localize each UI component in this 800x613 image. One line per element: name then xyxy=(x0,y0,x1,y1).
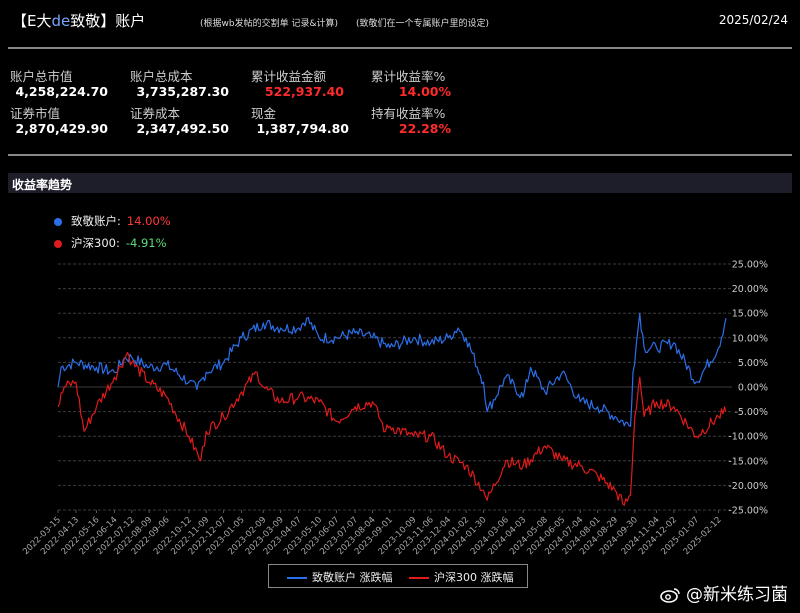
securities-cost: 2,347,492.50 xyxy=(136,121,229,136)
x-tick-label: 2023-11-06 xyxy=(394,515,436,557)
x-tick-label: 2024-07-04 xyxy=(543,515,585,557)
section-title: 收益率趋势 xyxy=(12,178,73,192)
note-setting: (致敬们在一个专属账户里的设定) xyxy=(356,19,490,29)
page-title: 【E大de致敬】账户 xyxy=(12,10,145,31)
x-tick-label: 2023-09-01 xyxy=(353,515,395,557)
legend-account-dot xyxy=(54,217,62,226)
x-tick-label: 2022-05-16 xyxy=(60,515,102,557)
y-tick-label: 15.00% xyxy=(732,309,768,320)
watermark-text: @新米练习菌 xyxy=(686,585,788,605)
cum-profit-label: 累计收益金额 xyxy=(251,69,327,84)
legend-hs300-label: 沪深300: xyxy=(71,236,120,250)
x-tick-label: 2024-08-01 xyxy=(561,515,603,557)
x-tick-label: 2022-09-06 xyxy=(130,515,172,557)
x-tick-label: 2022-04-13 xyxy=(39,515,81,557)
x-tick-label: 2024-01-30 xyxy=(447,515,489,557)
total-cost: 3,735,287.30 xyxy=(136,84,229,99)
divider-mid xyxy=(8,154,792,156)
y-tick-label: -5.00% xyxy=(734,407,768,418)
weibo-icon xyxy=(660,588,680,603)
total-cost-label: 账户总成本 xyxy=(130,69,193,84)
x-tick-label: 2023-04-07 xyxy=(262,515,304,557)
x-tick-label: 2022-12-07 xyxy=(187,515,229,557)
series-line-account xyxy=(57,312,727,427)
cum-profit: 522,937.40 xyxy=(264,84,344,99)
legend-account-value: 14.00% xyxy=(126,214,171,228)
series-line-hs300 xyxy=(57,352,727,506)
legend-bottom-hs300-swatch xyxy=(409,577,429,579)
title-prefix: 【E大 xyxy=(12,12,52,30)
x-tick-label: 2024-04-03 xyxy=(486,515,528,557)
x-tick-label: 2022-08-09 xyxy=(112,515,154,557)
y-tick-label: -10.00% xyxy=(728,432,768,443)
securities-value-label: 证券市值 xyxy=(10,106,61,121)
legend-bottom-hs300: 沪深300 涨跌幅 xyxy=(409,569,514,585)
total-market-value: 4,258,224.70 xyxy=(15,84,108,99)
x-tick-label: 2024-12-02 xyxy=(637,515,679,557)
title-de: de xyxy=(51,12,71,30)
x-tick-label: 2023-01-05 xyxy=(205,515,247,557)
x-tick-label: 2024-05-08 xyxy=(508,515,550,557)
x-tick-label: 2022-07-12 xyxy=(95,515,137,557)
x-tick-label: 2022-10-12 xyxy=(152,515,194,557)
header: 【E大de致敬】账户 (根据wb发帖的交割单 记录&计算) (致敬们在一个专属账… xyxy=(0,0,800,45)
x-tick-label: 2024-11-04 xyxy=(620,515,662,557)
holding-return: 22.28% xyxy=(398,121,451,136)
x-tick-label: 2022-11-09 xyxy=(169,515,211,557)
divider-top xyxy=(8,47,792,49)
x-tick-label: 2025-02-12 xyxy=(682,515,724,557)
x-tick-label: 2023-12-04 xyxy=(411,515,453,557)
x-tick-label: 2023-05-10 xyxy=(282,515,324,557)
watermark: @新米练习菌 xyxy=(660,580,788,605)
legend-bottom-account-swatch xyxy=(287,577,307,579)
x-tick-label: 2024-03-06 xyxy=(469,515,511,557)
note-source: (根据wb发帖的交割单 记录&计算) xyxy=(200,19,338,29)
y-tick-label: -20.00% xyxy=(728,481,768,492)
x-tick-label: 2024-08-29 xyxy=(578,515,620,557)
y-tick-label: 20.00% xyxy=(732,284,768,295)
total-market-value-label: 账户总市值 xyxy=(10,69,73,84)
x-tick-label: 2024-06-05 xyxy=(525,515,567,557)
x-tick-label: 2023-03-09 xyxy=(244,515,286,557)
x-tick-label: 2022-03-15 xyxy=(21,515,63,557)
legend-bottom: 致敬账户 涨跌幅 沪深300 涨跌幅 xyxy=(268,564,528,588)
cum-return: 14.00% xyxy=(398,84,451,99)
y-tick-label: 25.00% xyxy=(732,260,768,271)
legend-hs300-dot xyxy=(54,239,62,248)
x-tick-label: 2023-10-09 xyxy=(377,515,419,557)
y-tick-label: 10.00% xyxy=(732,333,768,344)
legend-hs300: 沪深300: -4.91% xyxy=(54,235,167,251)
holding-return-label: 持有收益率% xyxy=(371,106,446,121)
y-tick-label: 0.00% xyxy=(738,383,768,394)
section-bar: 收益率趋势 xyxy=(8,173,792,193)
securities-value: 2,870,429.90 xyxy=(15,121,108,136)
x-tick-label: 2022-06-14 xyxy=(78,515,120,557)
y-tick-label: -25.00% xyxy=(728,506,768,517)
cash-label: 现金 xyxy=(251,106,277,121)
report-date: 2025/02/24 xyxy=(718,13,788,27)
legend-account: 致敬账户: 14.00% xyxy=(54,213,171,229)
cash: 1,387,794.80 xyxy=(256,121,349,136)
y-tick-label: 5.00% xyxy=(738,358,768,369)
x-tick-label: 2024-01-02 xyxy=(429,515,471,557)
x-tick-label: 2023-08-04 xyxy=(336,515,378,557)
legend-hs300-value: -4.91% xyxy=(125,236,167,250)
legend-account-label: 致敬账户: xyxy=(71,214,121,228)
cum-return-label: 累计收益率% xyxy=(371,69,446,84)
x-tick-label: 2023-02-09 xyxy=(226,515,268,557)
x-tick-label: 2025-01-07 xyxy=(659,515,701,557)
legend-bottom-account-label: 致敬账户 涨跌幅 xyxy=(312,571,393,584)
legend-bottom-hs300-label: 沪深300 涨跌幅 xyxy=(434,571,514,584)
y-tick-label: -15.00% xyxy=(728,456,768,467)
x-tick-label: 2023-06-07 xyxy=(300,515,342,557)
title-suffix: 致敬】账户 xyxy=(70,12,146,30)
securities-cost-label: 证券成本 xyxy=(130,106,181,121)
x-tick-label: 2023-07-07 xyxy=(318,515,360,557)
legend-bottom-account: 致敬账户 涨跌幅 xyxy=(287,569,393,585)
x-tick-label: 2024-09-30 xyxy=(598,515,640,557)
